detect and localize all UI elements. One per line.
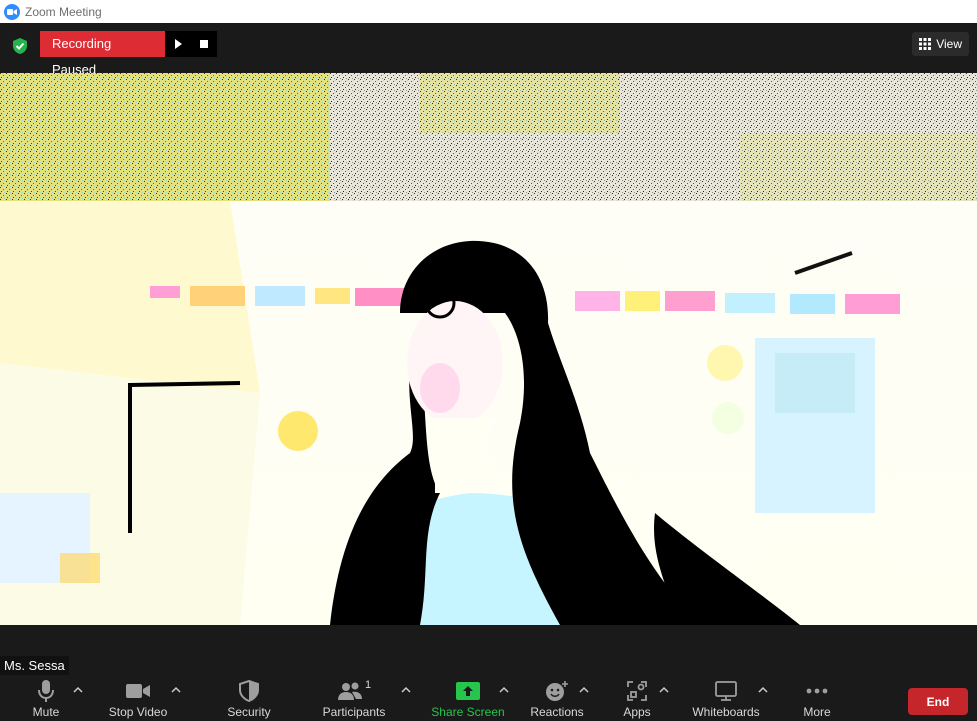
participant-name-tag: Ms. Sessa xyxy=(0,656,69,675)
whiteboards-options-caret[interactable] xyxy=(757,685,769,695)
share-screen-icon xyxy=(456,682,480,700)
video-options-caret[interactable] xyxy=(170,685,182,695)
end-meeting-button[interactable]: End xyxy=(908,688,968,715)
meeting-topbar: Recording Paused View xyxy=(0,23,977,77)
more-label: More xyxy=(803,705,831,719)
microphone-icon xyxy=(38,680,54,702)
whiteboards-label: Whiteboards xyxy=(692,705,760,719)
participant-video xyxy=(0,73,977,625)
recording-controls: Recording Paused xyxy=(40,31,217,77)
zoom-logo-icon xyxy=(4,3,20,20)
mute-button[interactable]: Mute xyxy=(24,677,68,721)
resume-recording-button[interactable] xyxy=(165,31,191,57)
window-title: Zoom Meeting xyxy=(25,4,102,19)
more-dots-icon xyxy=(806,688,828,694)
more-button[interactable]: More xyxy=(800,677,834,721)
recording-status: Recording Paused xyxy=(40,31,165,77)
share-options-caret[interactable] xyxy=(498,685,510,695)
participants-icon xyxy=(337,682,362,700)
security-label: Security xyxy=(227,705,271,719)
participants-button[interactable]: 1 Participants xyxy=(320,677,388,721)
whiteboard-icon xyxy=(715,681,737,701)
video-bottom-bar xyxy=(0,625,977,675)
video-camera-icon xyxy=(126,684,150,698)
grid-icon xyxy=(919,38,932,50)
reactions-button[interactable]: Reactions xyxy=(528,677,586,721)
view-button[interactable]: View xyxy=(912,32,969,56)
stop-video-label: Stop Video xyxy=(108,705,168,719)
participants-count: 1 xyxy=(364,679,372,691)
share-screen-label: Share Screen xyxy=(431,705,505,719)
window-titlebar: Zoom Meeting xyxy=(0,0,977,23)
security-shield-icon xyxy=(239,680,259,702)
reactions-label: Reactions xyxy=(530,705,584,719)
smiley-plus-icon xyxy=(546,681,568,701)
whiteboards-button[interactable]: Whiteboards xyxy=(690,677,762,721)
stop-video-button[interactable]: Stop Video xyxy=(105,677,171,721)
reactions-options-caret[interactable] xyxy=(578,685,590,695)
share-screen-button[interactable]: Share Screen xyxy=(430,677,506,721)
participants-label: Participants xyxy=(322,705,386,719)
mute-label: Mute xyxy=(32,705,60,719)
play-icon xyxy=(175,39,182,49)
participants-options-caret[interactable] xyxy=(400,685,412,695)
encryption-shield-icon[interactable] xyxy=(12,37,28,55)
apps-options-caret[interactable] xyxy=(658,685,670,695)
apps-label: Apps xyxy=(623,705,651,719)
view-label: View xyxy=(936,37,962,51)
video-frame xyxy=(0,73,977,625)
apps-icon xyxy=(627,681,647,701)
stop-recording-button[interactable] xyxy=(191,31,217,57)
apps-button[interactable]: Apps xyxy=(618,677,656,721)
audio-options-caret[interactable] xyxy=(72,685,84,695)
stop-icon xyxy=(200,40,208,48)
meeting-toolbar: Mute Stop Video Security 1 Participants … xyxy=(0,675,977,721)
security-button[interactable]: Security xyxy=(224,677,274,721)
